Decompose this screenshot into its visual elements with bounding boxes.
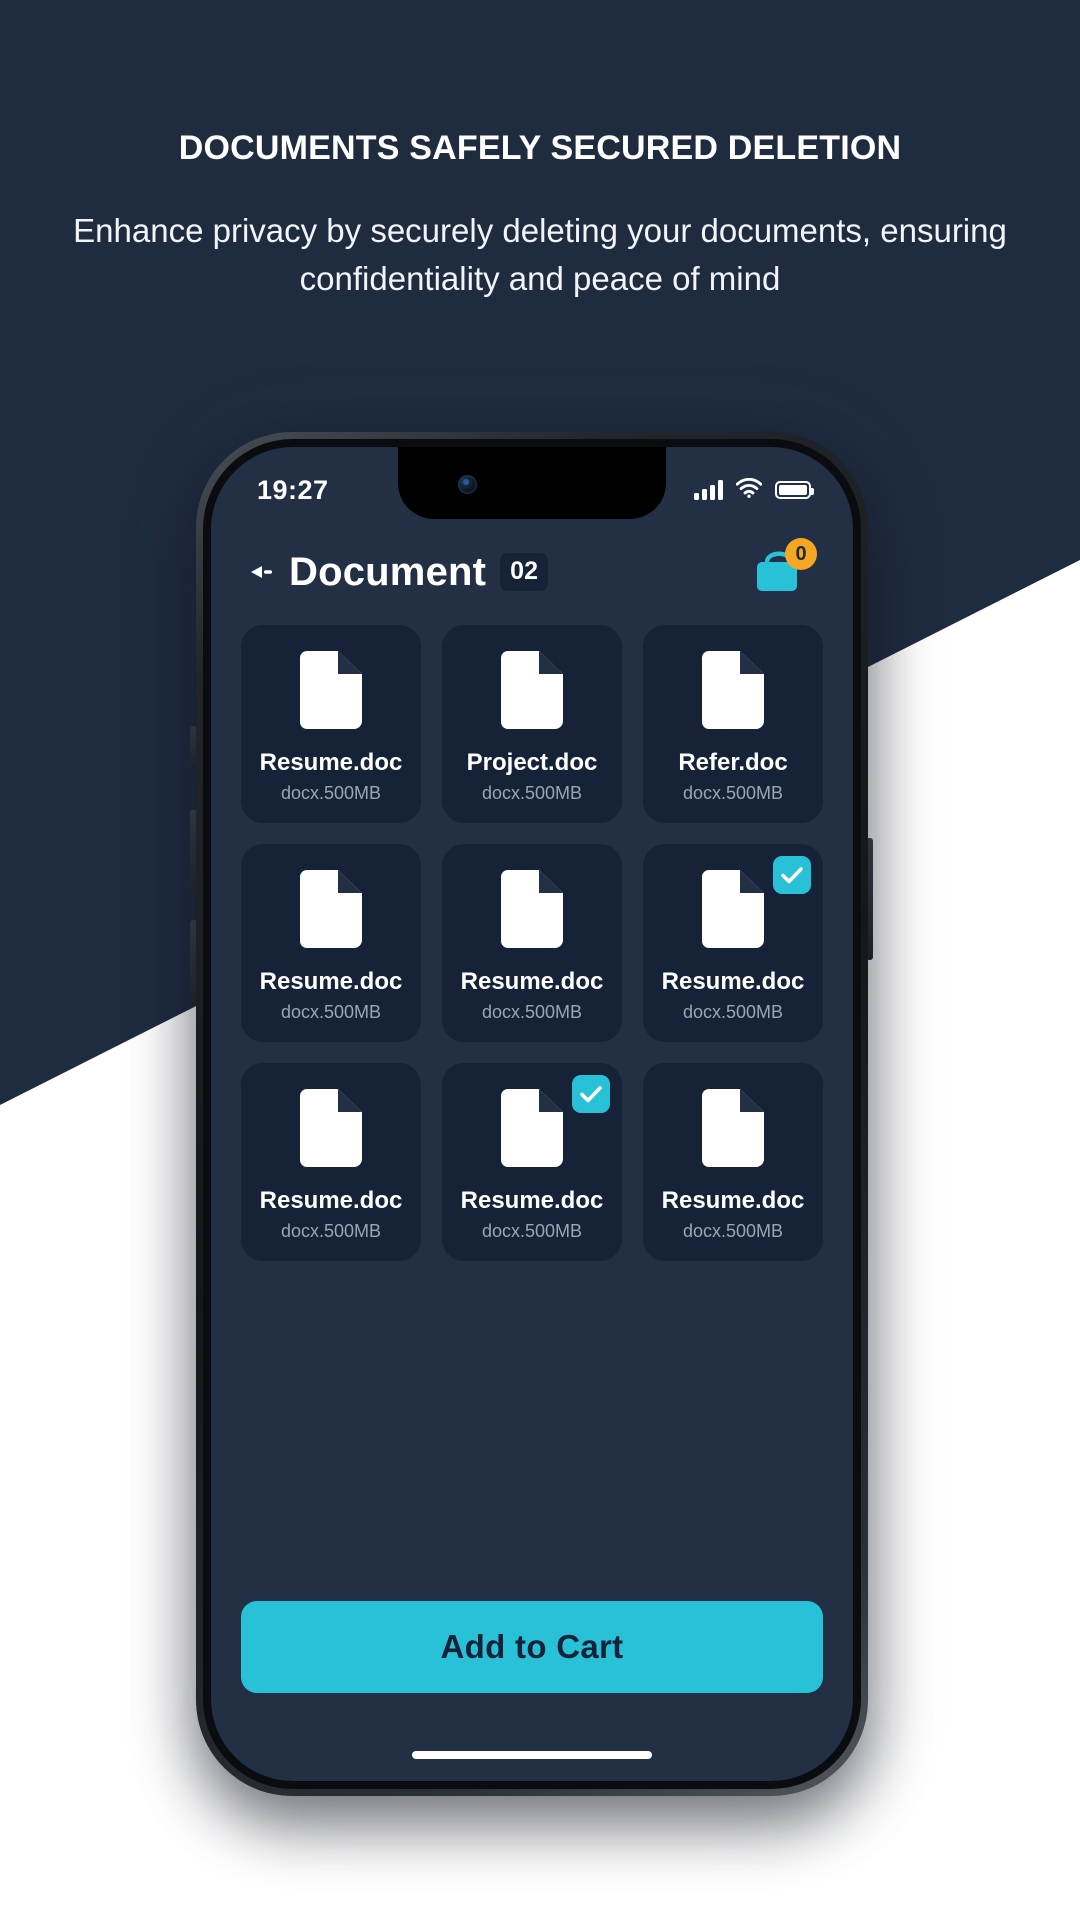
document-name: Resume.doc bbox=[661, 1187, 805, 1214]
signal-bars-icon bbox=[694, 480, 723, 500]
battery-full-icon bbox=[775, 481, 814, 499]
document-card[interactable]: Resume.doc docx.500MB bbox=[241, 625, 421, 823]
document-file-icon bbox=[300, 870, 362, 948]
document-card[interactable]: Resume.doc docx.500MB bbox=[643, 844, 823, 1042]
phone-screen: 19:27 Document 02 0 Resume.doc docx.500M… bbox=[211, 447, 853, 1781]
document-meta: docx.500MB bbox=[280, 1002, 382, 1022]
status-bar-icons bbox=[694, 477, 814, 503]
document-name: Resume.doc bbox=[661, 968, 805, 995]
document-name: Refer.doc bbox=[678, 749, 788, 776]
document-name: Resume.doc bbox=[259, 1187, 403, 1214]
document-card[interactable]: Resume.doc docx.500MB bbox=[241, 1063, 421, 1261]
page-subtitle: Enhance privacy by securely deleting you… bbox=[73, 211, 1007, 297]
document-file-icon bbox=[501, 870, 563, 948]
document-file-icon bbox=[702, 651, 764, 729]
home-indicator[interactable] bbox=[412, 1751, 652, 1759]
status-bar-time: 19:27 bbox=[257, 474, 329, 505]
app-title: Document bbox=[289, 549, 487, 594]
document-file-icon bbox=[501, 651, 563, 729]
document-file-icon bbox=[702, 1089, 764, 1167]
document-card[interactable]: Resume.doc docx.500MB bbox=[241, 844, 421, 1042]
document-file-icon bbox=[300, 651, 362, 729]
page-title: DOCUMENTS SAFELY SECURED DELETION bbox=[178, 129, 902, 167]
checkmark-icon bbox=[781, 867, 803, 884]
document-meta: docx.500MB bbox=[280, 1221, 382, 1241]
document-card[interactable]: Refer.doc docx.500MB bbox=[643, 625, 823, 823]
document-meta: docx.500MB bbox=[682, 1221, 784, 1241]
add-to-cart-button[interactable]: Add to Cart bbox=[241, 1601, 823, 1693]
document-meta: docx.500MB bbox=[481, 1221, 583, 1241]
wifi-icon bbox=[735, 477, 763, 503]
cart-button[interactable]: 0 bbox=[751, 538, 817, 600]
document-name: Project.doc bbox=[466, 749, 598, 776]
document-meta: docx.500MB bbox=[280, 783, 382, 803]
document-card[interactable]: Resume.doc docx.500MB bbox=[643, 1063, 823, 1261]
app-header: Document 02 0 bbox=[211, 525, 853, 619]
document-select-checkbox[interactable] bbox=[572, 1075, 610, 1113]
promo-screenshot: DOCUMENTS SAFELY SECURED DELETION Enhanc… bbox=[0, 0, 1080, 1920]
document-count-badge: 02 bbox=[500, 553, 548, 591]
document-file-icon bbox=[300, 1089, 362, 1167]
phone-bezel: 19:27 Document 02 0 Resume.doc docx.500M… bbox=[203, 439, 861, 1789]
document-meta: docx.500MB bbox=[481, 783, 583, 803]
document-select-checkbox[interactable] bbox=[773, 856, 811, 894]
back-arrow-icon[interactable] bbox=[245, 555, 279, 589]
document-meta: docx.500MB bbox=[682, 783, 784, 803]
checkmark-icon bbox=[580, 1086, 602, 1103]
document-meta: docx.500MB bbox=[481, 1002, 583, 1022]
document-file-icon bbox=[501, 1089, 563, 1167]
document-name: Resume.doc bbox=[259, 749, 403, 776]
document-card[interactable]: Resume.doc docx.500MB bbox=[442, 844, 622, 1042]
document-card[interactable]: Project.doc docx.500MB bbox=[442, 625, 622, 823]
cart-count-badge: 0 bbox=[785, 538, 817, 570]
document-name: Resume.doc bbox=[460, 1187, 604, 1214]
phone-device: 19:27 Document 02 0 Resume.doc docx.500M… bbox=[196, 432, 868, 1796]
document-grid: Resume.doc docx.500MB Project.doc docx.500M… bbox=[211, 625, 853, 1261]
document-name: Resume.doc bbox=[259, 968, 403, 995]
document-name: Resume.doc bbox=[460, 968, 604, 995]
document-card[interactable]: Resume.doc docx.500MB bbox=[442, 1063, 622, 1261]
document-file-icon bbox=[702, 870, 764, 948]
promo-text-block: DOCUMENTS SAFELY SECURED DELETION Enhanc… bbox=[0, 0, 1080, 302]
document-meta: docx.500MB bbox=[682, 1002, 784, 1022]
status-bar: 19:27 bbox=[211, 447, 853, 519]
